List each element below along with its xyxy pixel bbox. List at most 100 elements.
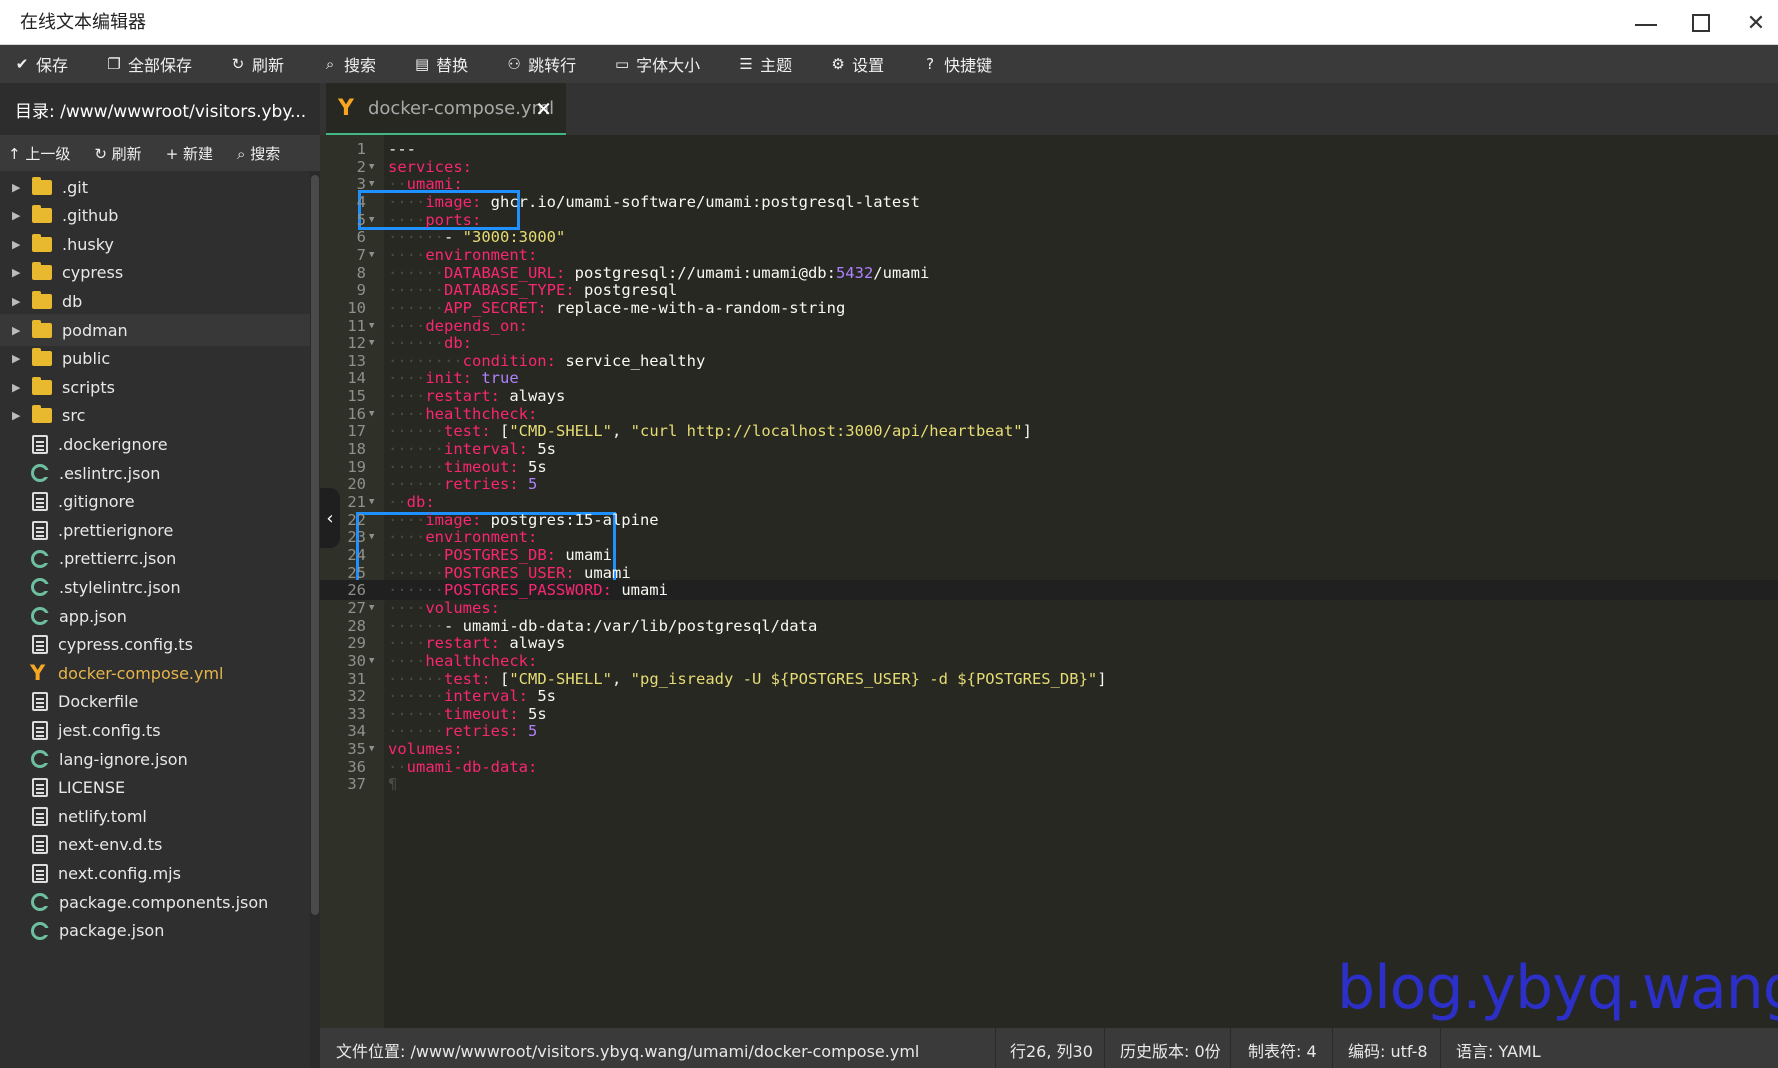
collapse-sidebar-button[interactable]: ‹ bbox=[320, 488, 340, 548]
status-language[interactable]: 语言: YAML bbox=[1456, 1038, 1541, 1062]
maximize-button[interactable] bbox=[1683, 6, 1719, 40]
code-token: DATABASE_URL: bbox=[444, 263, 566, 282]
tree-folder[interactable]: ▶ cypress bbox=[0, 257, 310, 289]
toolbar-label: 替换 bbox=[436, 56, 469, 75]
tree-file[interactable]: package.components.json bbox=[0, 886, 310, 918]
status-tabsize[interactable]: 制表符: 4 bbox=[1248, 1038, 1317, 1062]
toolbar-button-0[interactable]: ✔ 保存 bbox=[14, 52, 68, 76]
tree-file[interactable]: app.json bbox=[0, 600, 310, 632]
tree-file[interactable]: .prettierignore bbox=[0, 514, 310, 546]
code-token: , bbox=[612, 669, 631, 688]
tree-file[interactable]: jest.config.ts bbox=[0, 714, 310, 746]
toolbar-button-5[interactable]: ⚇ 跳转行 bbox=[506, 52, 576, 76]
tree-folder[interactable]: ▶ .github bbox=[0, 200, 310, 232]
toolbar-button-3[interactable]: ⌕ 搜索 bbox=[322, 52, 376, 76]
file-tree-scrollbar[interactable] bbox=[310, 171, 320, 1068]
tree-file[interactable]: netlify.toml bbox=[0, 800, 310, 832]
code-token: true bbox=[481, 369, 519, 388]
tree-file[interactable]: .dockerignore bbox=[0, 428, 310, 460]
toolbar-button-8[interactable]: ⚙ 设置 bbox=[830, 52, 884, 76]
tree-folder[interactable]: ▶ public bbox=[0, 343, 310, 375]
tree-file[interactable]: .gitignore bbox=[0, 486, 310, 518]
file-icon bbox=[32, 806, 48, 826]
tree-item-label: .stylelintrc.json bbox=[59, 577, 181, 597]
tree-folder[interactable]: ▶ scripts bbox=[0, 371, 310, 403]
tree-file[interactable]: .eslintrc.json bbox=[0, 457, 310, 489]
tree-folder[interactable]: ▶ db bbox=[0, 285, 310, 317]
code-token: "pg_isready -U ${POSTGRES_USER} -d ${POS… bbox=[630, 669, 1098, 688]
tab-label: docker-compose.yml bbox=[367, 97, 555, 119]
tree-file[interactable]: LICENSE bbox=[0, 772, 310, 804]
close-icon: ✕ bbox=[1746, 10, 1766, 36]
folder-icon bbox=[32, 405, 52, 424]
expand-caret-icon[interactable]: ▶ bbox=[12, 381, 24, 394]
toolbar-button-4[interactable]: ▤ 替换 bbox=[414, 52, 468, 76]
scrollbar-thumb[interactable] bbox=[311, 175, 319, 915]
expand-caret-icon[interactable]: ▶ bbox=[12, 324, 24, 337]
status-bar: 文件位置: /www/wwwroot/visitors.ybyq.wang/um… bbox=[320, 1028, 1778, 1068]
tree-folder[interactable]: ▶ src bbox=[0, 400, 310, 432]
expand-caret-icon[interactable]: ▶ bbox=[12, 238, 24, 251]
tree-file[interactable]: Ydocker-compose.yml bbox=[0, 657, 310, 689]
toolbar-label: 刷新 bbox=[252, 56, 285, 75]
file-icon bbox=[32, 863, 48, 883]
tree-tool-button[interactable]: ↑ 上一级 bbox=[8, 143, 70, 164]
toolbar-button-9[interactable]: ? 快捷键 bbox=[922, 52, 992, 76]
toolbar-label: 设置 bbox=[852, 56, 885, 75]
tree-file[interactable]: Dockerfile bbox=[0, 686, 310, 718]
tree-tool-button[interactable]: + 新建 bbox=[166, 143, 213, 164]
tab-bar: Y docker-compose.yml ✕ bbox=[320, 83, 1778, 135]
expand-caret-icon[interactable]: ▶ bbox=[12, 295, 24, 308]
status-divider bbox=[1440, 1028, 1441, 1068]
tab-docker-compose[interactable]: Y docker-compose.yml ✕ bbox=[326, 83, 566, 135]
expand-caret-icon[interactable]: ▶ bbox=[12, 409, 24, 422]
tree-item-label: Dockerfile bbox=[58, 692, 139, 712]
tree-file[interactable]: next-env.d.ts bbox=[0, 829, 310, 861]
toolbar-button-7[interactable]: ☰ 主题 bbox=[738, 52, 792, 76]
code-token: healthcheck: bbox=[425, 651, 538, 670]
expand-caret-icon[interactable]: ▶ bbox=[12, 209, 24, 222]
minimize-button[interactable] bbox=[1628, 6, 1664, 40]
status-history[interactable]: 历史版本: 0份 bbox=[1120, 1038, 1221, 1062]
status-divider bbox=[995, 1028, 996, 1068]
tree-file[interactable]: package.json bbox=[0, 915, 310, 947]
status-cursor-position[interactable]: 行26, 列30 bbox=[1010, 1038, 1093, 1062]
indent-marker: ···· bbox=[388, 210, 426, 229]
folder-icon bbox=[32, 176, 52, 195]
status-encoding[interactable]: 编码: utf-8 bbox=[1348, 1038, 1428, 1062]
code-text: ¶ bbox=[388, 774, 397, 794]
code-token: db: bbox=[406, 493, 435, 511]
tree-file[interactable]: next.config.mjs bbox=[0, 857, 310, 889]
toolbar-icon: ✔ bbox=[15, 55, 29, 73]
tab-close-icon[interactable]: ✕ bbox=[535, 97, 552, 121]
tree-folder[interactable]: ▶ .git bbox=[0, 171, 310, 203]
close-window-button[interactable]: ✕ bbox=[1738, 6, 1774, 40]
code-token: postgres:15-alpine bbox=[481, 510, 659, 529]
tree-file[interactable]: cypress.config.ts bbox=[0, 629, 310, 661]
tree-item-label: cypress bbox=[62, 263, 124, 283]
code-token: - bbox=[444, 228, 463, 247]
tree-file[interactable]: .prettierrc.json bbox=[0, 543, 310, 575]
toolbar-button-6[interactable]: ▭ 字体大小 bbox=[614, 52, 700, 76]
toolbar-button-2[interactable]: ↻ 刷新 bbox=[230, 52, 284, 76]
file-icon bbox=[32, 434, 48, 454]
tree-tool-button[interactable]: ↻ 刷新 bbox=[94, 143, 141, 164]
code-token: umami-db-data: bbox=[406, 757, 538, 776]
tree-folder[interactable]: ▶ .husky bbox=[0, 228, 310, 260]
file-icon bbox=[32, 720, 48, 740]
expand-caret-icon[interactable]: ▶ bbox=[12, 352, 24, 365]
tree-file[interactable]: .stylelintrc.json bbox=[0, 571, 310, 603]
toolbar-label: 跳转行 bbox=[528, 56, 577, 75]
tree-tool-button[interactable]: ⌕ 搜索 bbox=[237, 143, 280, 164]
tree-folder[interactable]: ▶ podman bbox=[0, 314, 310, 346]
tree-item-label: .github bbox=[62, 206, 119, 226]
expand-caret-icon[interactable]: ▶ bbox=[12, 181, 24, 194]
expand-caret-icon[interactable]: ▶ bbox=[12, 266, 24, 279]
code-line[interactable]: 37 ¶ bbox=[320, 774, 1778, 794]
code-editor[interactable]: 1 --- 2 ▼ services: 3 ▼ ··umami: 4 ····image: ghc… bbox=[320, 135, 1778, 1028]
indent-marker: ···· bbox=[388, 510, 426, 529]
indent-marker: ···· bbox=[388, 192, 426, 211]
code-token: - umami-db-data:/var/lib/postgresql/data bbox=[444, 616, 818, 635]
toolbar-button-1[interactable]: ❐ 全部保存 bbox=[106, 52, 192, 76]
tree-file[interactable]: lang-ignore.json bbox=[0, 743, 310, 775]
